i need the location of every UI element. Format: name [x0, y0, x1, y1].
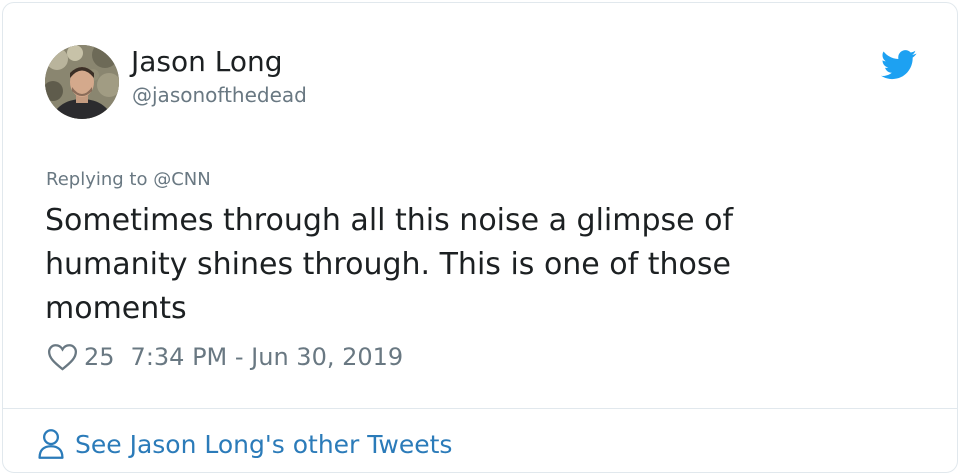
- heart-icon[interactable]: [47, 343, 78, 371]
- tweet-card: Jason Long @jasonofthedead Replying to @…: [2, 2, 958, 473]
- avatar[interactable]: [45, 45, 119, 119]
- divider: [3, 408, 957, 409]
- like-count[interactable]: 25: [84, 343, 115, 371]
- avatar-photo: [45, 45, 119, 119]
- see-other-tweets-link[interactable]: See Jason Long's other Tweets: [37, 424, 452, 464]
- see-other-tweets-label: See Jason Long's other Tweets: [75, 429, 453, 459]
- reply-context[interactable]: Replying to @CNN: [46, 168, 211, 192]
- author-handle[interactable]: @jasonofthedead: [132, 82, 307, 108]
- timestamp[interactable]: 7:34 PM - Jun 30, 2019: [131, 343, 404, 371]
- author-name[interactable]: Jason Long: [131, 45, 283, 79]
- tweet-meta: 25 7:34 PM - Jun 30, 2019: [47, 341, 403, 373]
- tweet-text: Sometimes through all this noise a glimp…: [45, 203, 734, 326]
- twitter-bird-icon[interactable]: [881, 49, 917, 81]
- person-icon: [38, 429, 64, 459]
